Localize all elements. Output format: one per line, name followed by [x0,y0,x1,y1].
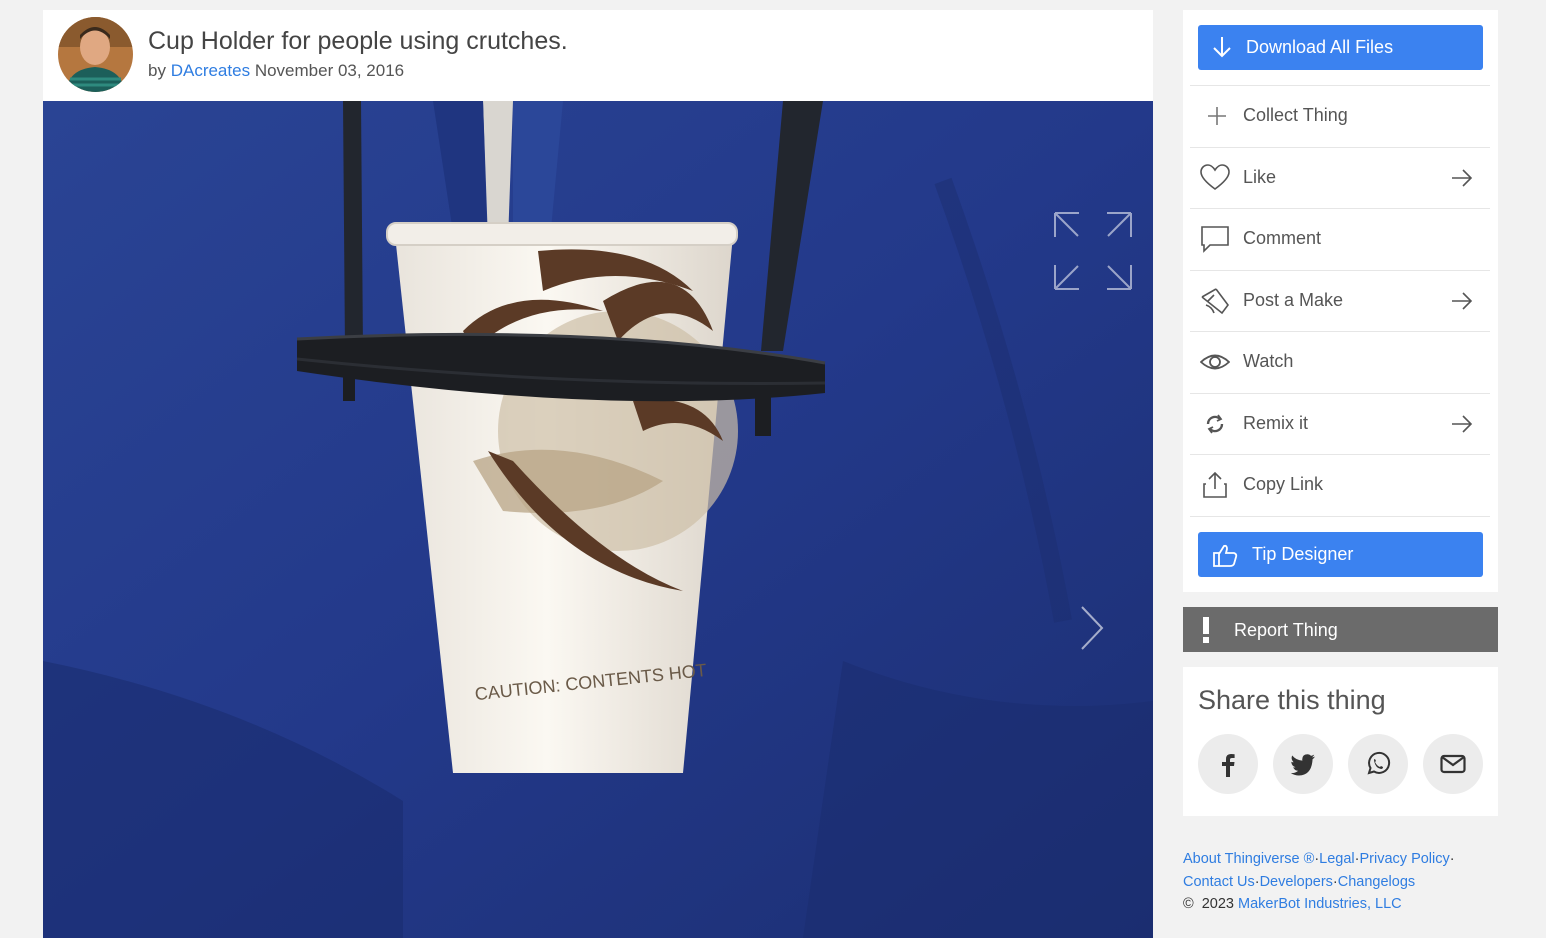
fullscreen-icon[interactable] [1054,212,1132,290]
post-a-make-button[interactable]: Post a Make [1190,270,1490,331]
thing-actions-panel: Download All Files Collect Thing Like Co… [1183,10,1498,592]
share-upload-icon [1200,471,1230,499]
copy-link-label: Copy Link [1243,474,1324,494]
privacy-link[interactable]: Privacy Policy [1360,851,1450,867]
remix-label: Remix it [1243,413,1309,433]
report-thing-button[interactable]: Report Thing [1183,607,1498,652]
remix-icon [1200,410,1230,438]
heart-icon [1200,164,1230,192]
post-a-make-label: Post a Make [1243,290,1344,310]
collect-thing-button[interactable]: Collect Thing [1190,85,1490,146]
report-thing-label: Report Thing [1234,620,1338,640]
remix-button[interactable]: Remix it [1190,393,1490,454]
thing-card: Cup Holder for people using crutches. by… [43,10,1153,938]
comment-label: Comment [1243,228,1322,248]
arrow-right-icon [1451,290,1473,312]
makerbot-link[interactable]: MakerBot Industries, LLC [1238,896,1402,912]
copyright-text: © 2023 [1183,896,1234,912]
like-button[interactable]: Like [1190,147,1490,208]
by-prefix: by [148,61,166,80]
footer-sep: · [1449,851,1455,867]
author-link[interactable]: DAcreates [171,61,250,80]
watch-button[interactable]: Watch [1190,331,1490,392]
footer-line-2: Contact Us·Developers·Changelogs [1183,871,1503,894]
twitter-share-button[interactable] [1273,734,1333,794]
whatsapp-icon [1367,751,1391,775]
byline: by DAcreates November 03, 2016 [148,61,404,81]
like-label: Like [1243,167,1277,187]
watch-label: Watch [1243,351,1294,371]
about-link[interactable]: About Thingiverse ® [1183,851,1314,867]
thumbs-up-icon [1212,543,1238,572]
thing-photo[interactable]: CAUTION: CONTENTS HOT [43,101,1153,938]
tip-designer-button[interactable]: Tip Designer [1198,532,1483,577]
download-all-files-label: Download All Files [1246,37,1394,57]
eye-icon [1199,348,1231,376]
plus-icon [1200,102,1230,130]
twitter-icon [1290,754,1315,776]
footer: About Thingiverse ®·Legal·Privacy Policy… [1183,848,1503,916]
facebook-share-button[interactable] [1198,734,1258,794]
divider [1190,516,1490,517]
exclamation-icon [1201,617,1211,648]
email-share-button[interactable] [1423,734,1483,794]
arrow-right-icon [1451,167,1473,189]
share-panel: Share this thing [1183,667,1498,816]
publish-date: November 03, 2016 [254,61,405,80]
email-icon [1440,754,1466,774]
facebook-icon [1222,754,1235,777]
developers-link[interactable]: Developers [1260,874,1333,890]
footer-line-3: © 2023 MakerBot Industries, LLC [1183,893,1503,916]
make-icon [1200,287,1230,315]
thing-header: Cup Holder for people using crutches. by… [43,10,1153,101]
next-image-chevron-icon[interactable] [1080,605,1106,651]
legal-link[interactable]: Legal [1319,851,1354,867]
whatsapp-share-button[interactable] [1348,734,1408,794]
arrow-right-icon [1451,413,1473,435]
comment-icon [1200,225,1230,253]
share-title: Share this thing [1198,685,1386,715]
photo-illustration: CAUTION: CONTENTS HOT [43,101,1153,938]
download-all-files-button[interactable]: Download All Files [1198,25,1483,70]
author-avatar[interactable] [58,17,133,92]
tip-designer-label: Tip Designer [1252,544,1354,564]
contact-link[interactable]: Contact Us [1183,874,1255,890]
comment-button[interactable]: Comment [1190,208,1490,269]
collect-thing-label: Collect Thing [1243,105,1348,125]
copy-link-button[interactable]: Copy Link [1190,454,1490,515]
download-arrow-icon [1212,36,1232,63]
changelogs-link[interactable]: Changelogs [1338,874,1415,890]
footer-line-1: About Thingiverse ®·Legal·Privacy Policy… [1183,848,1503,871]
thing-title: Cup Holder for people using crutches. [148,27,568,55]
